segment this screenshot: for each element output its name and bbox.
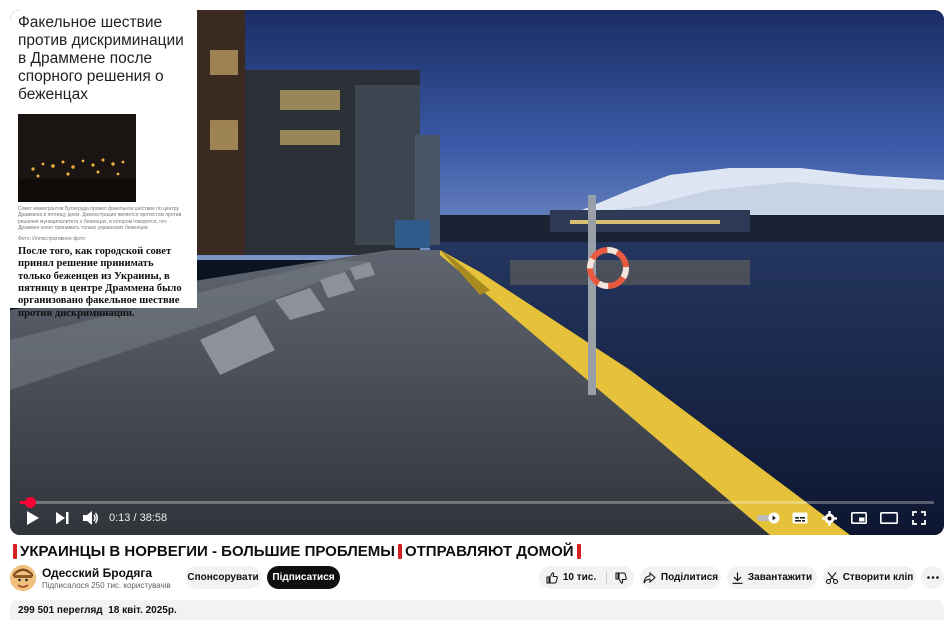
overlay-photo-credit: Фото: Иллюстративное фото [18, 235, 85, 242]
share-icon [643, 571, 656, 583]
theater-icon[interactable] [878, 507, 900, 529]
video-title-main: УКРАИНЦЫ В НОРВЕГИИ - БОЛЬШИЕ ПРОБЛЕМЫ [20, 543, 395, 560]
red-mark-icon [397, 544, 402, 559]
play-icon[interactable] [21, 507, 43, 529]
video-player[interactable]: Факельное шествие против дискриминации в… [10, 10, 944, 535]
video-title: УКРАИНЦЫ В НОРВЕГИИ - БОЛЬШИЕ ПРОБЛЕМЫ О… [10, 543, 584, 560]
player-controls: 0:13 / 38:58 [10, 501, 944, 535]
clip-label: Створити кліп [842, 572, 914, 583]
download-label: Завантажити [747, 572, 813, 583]
clip-button[interactable]: Створити кліп [823, 566, 916, 589]
subtitles-icon[interactable] [789, 507, 811, 529]
autoplay-toggle-icon[interactable] [756, 507, 782, 529]
video-title-tail: ОТПРАВЛЯЮТ ДОМОЙ [404, 543, 574, 560]
more-icon[interactable] [921, 566, 944, 589]
overlay-photo [18, 114, 136, 202]
subscribe-button[interactable]: Підписатися [267, 566, 340, 589]
like-count: 10 тис. [562, 572, 597, 583]
scissors-icon [825, 571, 838, 584]
thumbs-down-icon [615, 572, 627, 584]
red-mark-icon [576, 544, 581, 559]
like-button[interactable]: 10 тис. [546, 571, 608, 584]
channel-name[interactable]: Одесский Бродяга [42, 566, 152, 580]
news-overlay-card: Факельное шествие против дискриминации в… [10, 10, 197, 319]
red-mark-icon [13, 544, 17, 559]
volume-icon[interactable] [80, 507, 102, 529]
time-display: 0:13 / 38:58 [109, 512, 168, 524]
miniplayer-icon[interactable] [848, 507, 870, 529]
dislike-button[interactable] [607, 572, 627, 584]
like-dislike-group: 10 тис. [539, 566, 634, 589]
download-icon [732, 572, 743, 584]
fullscreen-icon[interactable] [908, 507, 930, 529]
subscriber-count: Підписалося 250 тис. користувачів [42, 581, 171, 590]
description-box[interactable]: 299 501 перегляд 18 квіт. 2025р. [10, 600, 944, 620]
views-and-date: 299 501 перегляд 18 квіт. 2025р. [18, 605, 177, 616]
thumbs-up-icon [546, 571, 558, 583]
sponsor-button[interactable]: Спонсорувати [185, 566, 261, 589]
avatar[interactable] [10, 565, 36, 591]
next-icon[interactable] [51, 507, 73, 529]
settings-icon[interactable] [818, 507, 840, 529]
overlay-caption: Совет иммигрантов Бускеруда провел факел… [18, 206, 182, 232]
overlay-headline: Факельное шествие против дискриминации в… [18, 14, 184, 103]
channel-row: Одесский Бродяга Підписалося 250 тис. ко… [10, 565, 944, 591]
share-button[interactable]: Поділитися [640, 566, 721, 589]
share-label: Поділитися [660, 572, 719, 583]
download-button[interactable]: Завантажити [727, 566, 817, 589]
overlay-body-text: После того, как городской совет принял р… [18, 246, 182, 319]
